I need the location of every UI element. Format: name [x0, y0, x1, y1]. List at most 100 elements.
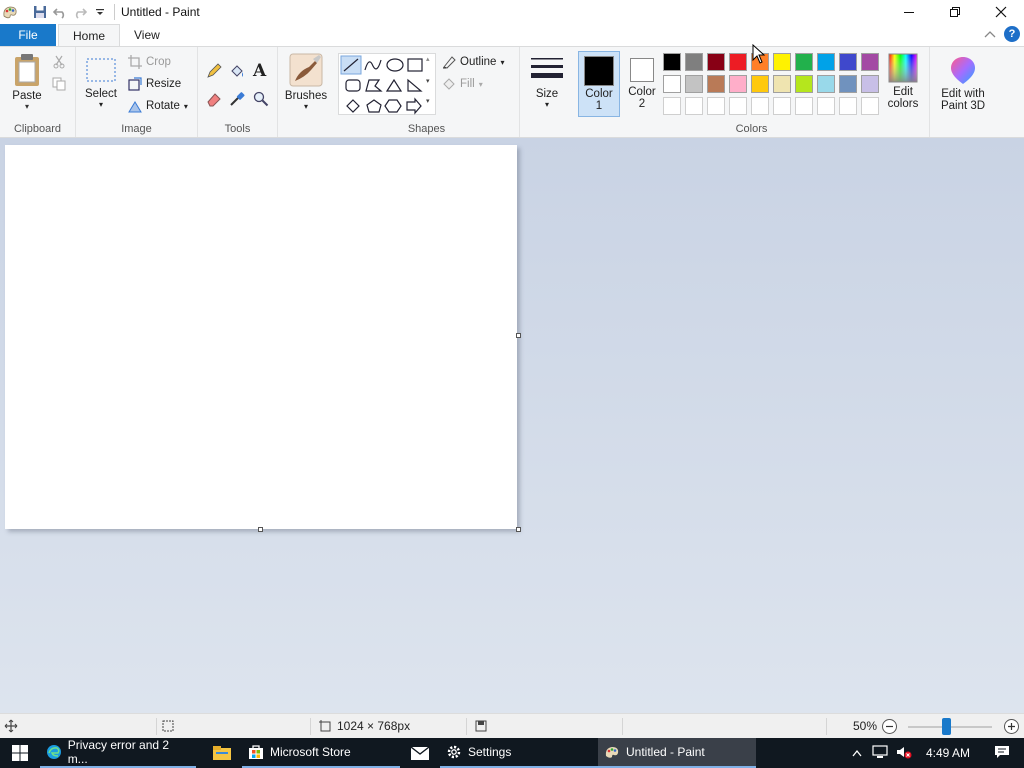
custom-color-slot[interactable] — [707, 97, 725, 115]
taskbar-item-paint[interactable]: Untitled - Paint — [598, 738, 756, 768]
color-swatch[interactable] — [795, 75, 813, 93]
undo-icon[interactable] — [50, 0, 70, 24]
clock[interactable]: 4:49 AM — [916, 746, 980, 760]
crop-button[interactable]: Crop — [128, 55, 171, 69]
action-center-icon[interactable] — [980, 745, 1024, 762]
taskbar-item-edge[interactable]: Privacy error and 2 m... — [40, 738, 196, 768]
save-icon[interactable] — [30, 0, 50, 24]
color-swatch[interactable] — [861, 53, 879, 71]
paint-app-icon[interactable] — [0, 0, 20, 24]
minimize-button[interactable] — [886, 0, 932, 24]
taskbar-label: Settings — [468, 745, 512, 759]
color2-label-line2: 2 — [638, 98, 646, 110]
tab-file[interactable]: File — [0, 24, 56, 46]
custom-color-slot[interactable] — [861, 97, 879, 115]
resize-button[interactable]: Resize — [128, 77, 181, 91]
zoom-slider-thumb[interactable] — [941, 718, 951, 735]
fill-label: Fill — [460, 78, 475, 90]
close-button[interactable] — [978, 0, 1024, 24]
resize-handle-right[interactable] — [516, 333, 521, 338]
customize-qa-icon[interactable] — [90, 0, 110, 24]
drawing-canvas[interactable] — [5, 145, 517, 529]
color-swatch[interactable] — [839, 75, 857, 93]
color2-button[interactable]: Color 2 — [622, 51, 662, 117]
custom-color-slot[interactable] — [663, 97, 681, 115]
restore-button[interactable] — [932, 0, 978, 24]
brushes-button[interactable]: Brushes ▾ — [284, 53, 328, 111]
color-swatch[interactable] — [685, 53, 703, 71]
status-separator — [826, 718, 827, 735]
shapes-expand-icon[interactable]: ▾ — [426, 97, 430, 105]
text-tool-icon[interactable]: A — [253, 61, 266, 81]
edit-with-paint3d-button[interactable]: Edit with Paint 3D — [932, 55, 994, 112]
paste-icon — [15, 54, 39, 86]
zoom-in-button[interactable] — [1003, 718, 1020, 738]
taskbar-item-microsoft-store[interactable]: Microsoft Store — [242, 738, 400, 768]
collapse-ribbon-icon[interactable] — [984, 27, 996, 41]
fill-button[interactable]: Fill ▾ — [442, 77, 483, 91]
taskbar-label: Privacy error and 2 m... — [67, 738, 170, 766]
fill-bucket-icon[interactable] — [229, 63, 245, 82]
color-swatch[interactable] — [861, 75, 879, 93]
help-icon[interactable]: ? — [1004, 26, 1020, 42]
color-swatch[interactable] — [685, 75, 703, 93]
color-swatch[interactable] — [773, 75, 791, 93]
workspace[interactable] — [0, 138, 1024, 713]
color-swatch[interactable] — [839, 53, 857, 71]
brush-icon — [289, 53, 323, 87]
color-swatch[interactable] — [729, 75, 747, 93]
shapes-scroll-down-icon[interactable]: ▾ — [426, 77, 430, 85]
custom-color-slot[interactable] — [839, 97, 857, 115]
paint3d-group: Edit with Paint 3D — [930, 47, 996, 137]
color-swatch[interactable] — [795, 53, 813, 71]
volume-muted-icon[interactable] — [892, 745, 916, 762]
select-button[interactable]: Select ▾ — [84, 57, 118, 109]
color-swatch[interactable] — [817, 53, 835, 71]
resize-handle-bottom[interactable] — [258, 527, 263, 532]
paste-button[interactable]: Paste ▾ — [8, 53, 46, 111]
custom-color-slot[interactable] — [773, 97, 791, 115]
rotate-icon — [128, 101, 142, 113]
tab-view[interactable]: View — [120, 24, 174, 46]
rotate-button[interactable]: Rotate ▾ — [128, 99, 188, 113]
magnifier-icon[interactable] — [253, 91, 269, 110]
edit-colors-button[interactable]: Edit colors — [882, 53, 924, 110]
taskbar-item-file-explorer[interactable] — [202, 738, 242, 768]
color-swatch[interactable] — [707, 75, 725, 93]
taskbar-item-settings[interactable]: Settings — [440, 738, 598, 768]
pencil-icon[interactable] — [206, 63, 222, 82]
shapes-scroll-up-icon[interactable]: ▴ — [426, 55, 430, 63]
custom-color-slot[interactable] — [729, 97, 747, 115]
color-swatch[interactable] — [707, 53, 725, 71]
cut-icon[interactable] — [52, 55, 66, 72]
color-swatch[interactable] — [663, 75, 681, 93]
network-icon[interactable] — [868, 744, 892, 762]
eraser-icon[interactable] — [206, 91, 222, 110]
start-button[interactable] — [0, 738, 40, 768]
custom-color-slot[interactable] — [795, 97, 813, 115]
taskbar-label: Microsoft Store — [270, 745, 351, 759]
custom-color-slot[interactable] — [751, 97, 769, 115]
color-swatch[interactable] — [663, 53, 681, 71]
tools-group-label: Tools — [224, 123, 251, 135]
outline-button[interactable]: Outline ▾ — [442, 55, 504, 69]
copy-icon[interactable] — [52, 77, 66, 94]
color-swatch[interactable] — [817, 75, 835, 93]
brushes-group: Brushes ▾ — [278, 47, 334, 137]
resize-handle-corner[interactable] — [516, 527, 521, 532]
color1-button[interactable]: Color 1 — [578, 51, 620, 117]
zoom-out-button[interactable] — [881, 718, 898, 738]
custom-color-slot[interactable] — [685, 97, 703, 115]
tab-home[interactable]: Home — [58, 24, 121, 46]
color-picker-icon[interactable] — [229, 91, 245, 110]
color-swatch[interactable] — [773, 53, 791, 71]
rotate-dropdown-icon: ▾ — [183, 101, 188, 111]
redo-icon[interactable] — [70, 0, 90, 24]
color-swatch[interactable] — [729, 53, 747, 71]
custom-color-slot[interactable] — [817, 97, 835, 115]
color-swatch[interactable] — [751, 75, 769, 93]
taskbar-item-mail[interactable] — [400, 738, 440, 768]
size-button[interactable]: Size ▾ — [528, 55, 566, 109]
size-label: Size — [535, 88, 559, 100]
show-hidden-icons-icon[interactable] — [846, 746, 868, 760]
